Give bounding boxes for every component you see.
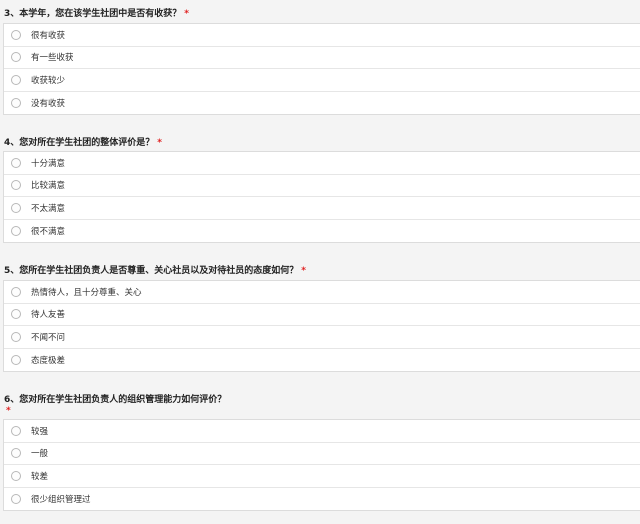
radio-icon[interactable] [11,157,21,168]
radio-icon[interactable] [11,331,21,342]
radio-icon[interactable] [11,425,21,436]
question-text: 6、您对所在学生社团负责人的组织管理能力如何评价？ [4,395,227,405]
option-label: 很少组织管理过 [31,495,91,506]
question-text: 4、您对所在学生社团的整体评价是？ [4,138,155,148]
required-mark: * [157,138,162,148]
radio-icon[interactable] [11,470,21,481]
radio-icon[interactable] [11,309,21,320]
option-label: 很有收获 [31,30,66,41]
radio-icon[interactable] [11,448,21,459]
option-radio[interactable]: 较强 [4,420,640,443]
radio-icon[interactable] [11,180,21,191]
option-radio[interactable]: 很少组织管理过 [4,488,640,511]
option-radio[interactable]: 较差 [4,465,640,488]
option-label: 十分满意 [31,158,66,169]
question-title: 3、本学年，您在该学生社团中是否有收获？ * [4,8,189,20]
option-radio[interactable]: 待人友善 [4,304,640,327]
question-text: 5、您所在学生社团负责人是否尊重、关心社员以及对待社员的态度如何？ [4,266,299,276]
option-label: 不闻不问 [31,332,66,343]
required-mark: * [6,406,11,416]
option-radio[interactable]: 有一些收获 [4,47,640,70]
option-radio[interactable]: 一般 [4,443,640,466]
radio-icon[interactable] [11,98,21,109]
radio-icon[interactable] [11,355,21,366]
option-label: 一般 [31,449,49,460]
option-radio[interactable]: 不太满意 [4,197,640,220]
option-label: 较差 [31,471,49,482]
option-label: 很不满意 [31,227,66,238]
radio-icon[interactable] [11,52,21,63]
radio-icon[interactable] [11,226,21,237]
option-radio[interactable]: 很有收获 [4,24,640,47]
question-title: 5、您所在学生社团负责人是否尊重、关心社员以及对待社员的态度如何？ * [4,265,306,277]
option-list: 热情待人，且十分尊重、关心 待人友善 不闻不问 态度极差 [3,280,640,372]
option-label: 热情待人，且十分尊重、关心 [31,287,142,298]
option-list: 较强 一般 较差 很少组织管理过 [3,419,640,511]
option-radio[interactable]: 收获较少 [4,69,640,92]
option-radio[interactable]: 不闻不问 [4,326,640,349]
option-radio[interactable]: 十分满意 [4,152,640,175]
option-label: 收获较少 [31,75,66,86]
option-label: 较强 [31,426,49,437]
option-radio[interactable]: 态度极差 [4,349,640,372]
question-title: 4、您对所在学生社团的整体评价是？ * [4,137,162,149]
option-label: 态度极差 [31,356,66,367]
option-label: 没有收获 [31,99,66,110]
option-label: 不太满意 [31,203,66,214]
radio-icon[interactable] [11,202,21,213]
required-mark: * [301,266,306,276]
option-radio[interactable]: 热情待人，且十分尊重、关心 [4,281,640,304]
question-text: 3、本学年，您在该学生社团中是否有收获？ [4,9,182,19]
option-radio[interactable]: 比较满意 [4,175,640,198]
option-label: 比较满意 [31,181,66,192]
required-mark: * [184,9,189,19]
option-label: 有一些收获 [31,53,74,64]
option-list: 很有收获 有一些收获 收获较少 没有收获 [3,23,640,115]
radio-icon[interactable] [11,74,21,85]
option-radio[interactable]: 没有收获 [4,92,640,115]
radio-icon[interactable] [11,494,21,505]
option-radio[interactable]: 很不满意 [4,220,640,243]
radio-icon[interactable] [11,286,21,297]
option-list: 十分满意 比较满意 不太满意 很不满意 [3,151,640,243]
option-label: 待人友善 [31,310,66,321]
question-title: 6、您对所在学生社团负责人的组织管理能力如何评价？ [4,394,226,406]
radio-icon[interactable] [11,29,21,40]
